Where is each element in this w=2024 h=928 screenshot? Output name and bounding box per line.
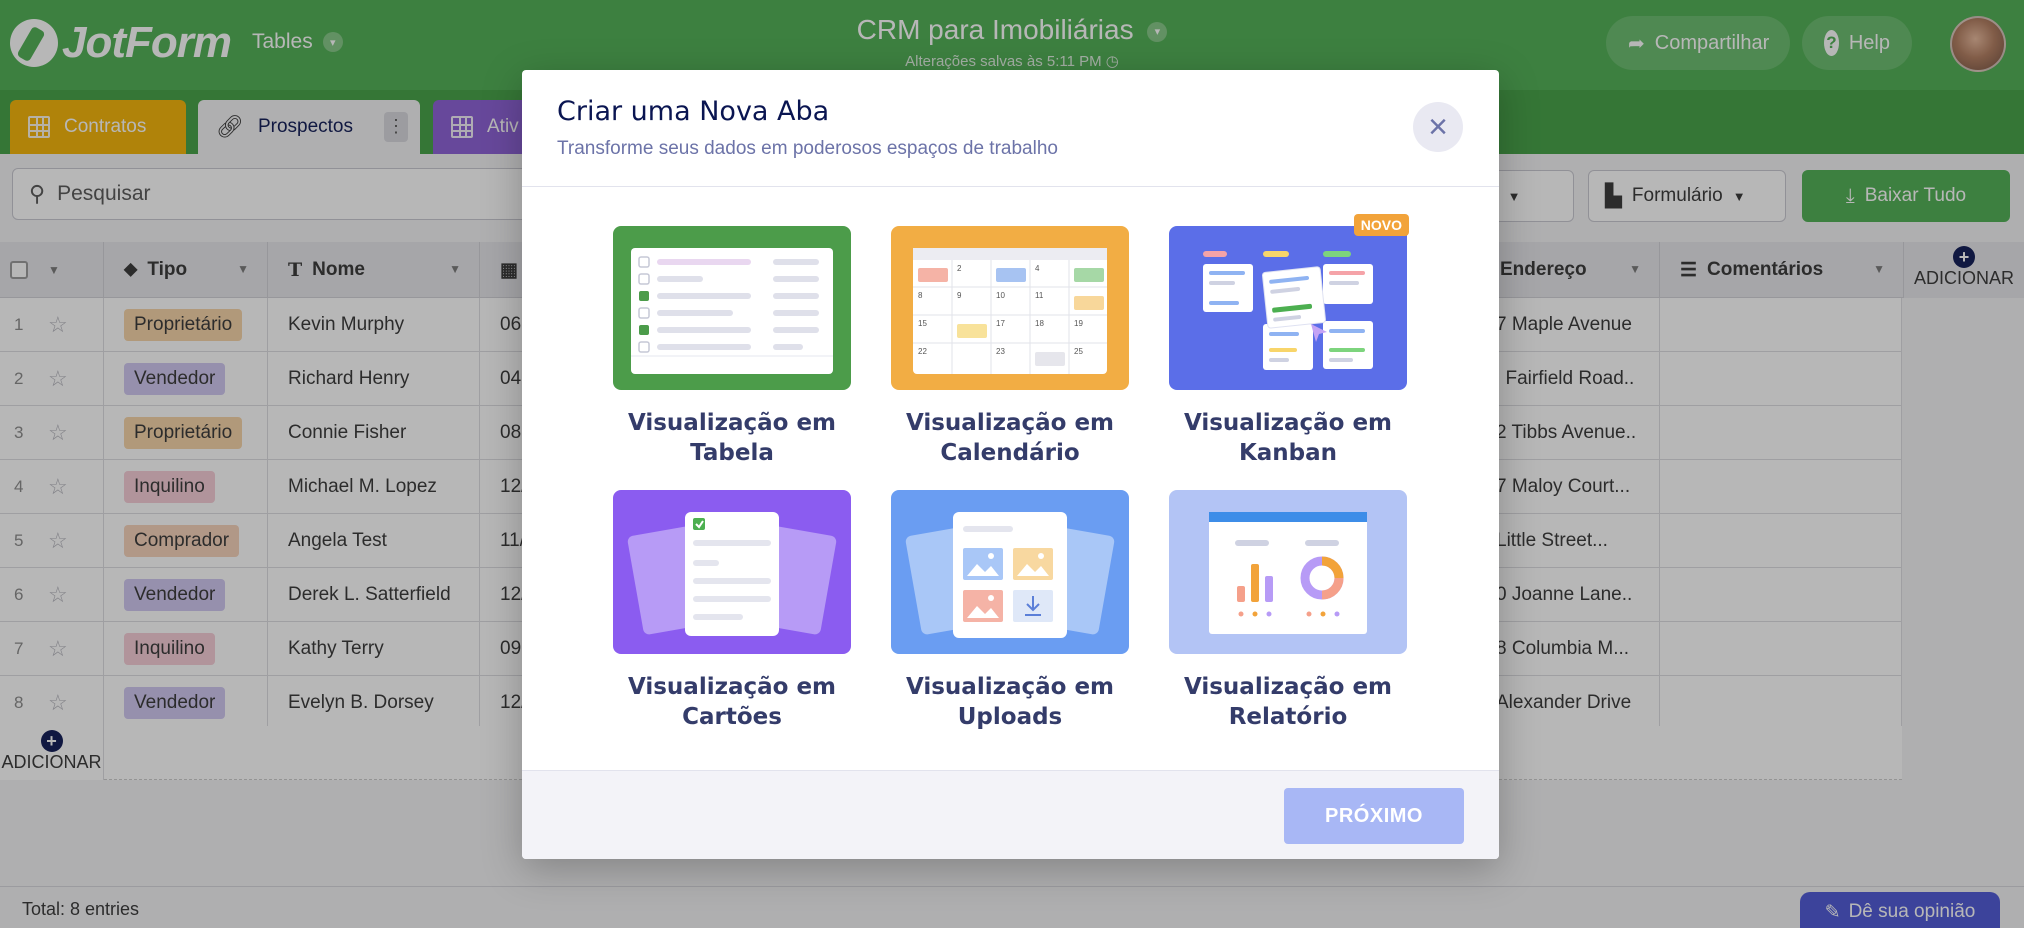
calendar-day: 22 (918, 347, 927, 356)
create-tab-modal: Criar uma Nova Aba Transforme seus dados… (522, 70, 1499, 859)
view-option-label: Visualização em Tabela (613, 408, 851, 468)
calendar-day: 18 (1035, 319, 1044, 328)
calendar-day: 9 (957, 291, 962, 300)
view-label-line1: Visualização em (1183, 674, 1393, 700)
close-button[interactable]: × (1413, 102, 1463, 152)
view-label-line2: Relatório (1228, 704, 1348, 730)
next-button[interactable]: PRÓXIMO (1284, 788, 1464, 844)
modal-title: Criar uma Nova Aba (557, 96, 830, 127)
view-label-line1: Visualização em (905, 410, 1115, 436)
calendar-day: 17 (996, 319, 1005, 328)
view-option-label: Visualização em Calendário (891, 408, 1129, 468)
calendar-day: 25 (1074, 347, 1083, 356)
view-option-uploads[interactable]: Visualização em Uploads (891, 490, 1129, 732)
view-label-line2: Uploads (957, 704, 1063, 730)
view-label-line1: Visualização em (905, 674, 1115, 700)
view-label-line1: Visualização em (627, 410, 837, 436)
view-option-label: Visualização em Cartões (613, 672, 851, 732)
calendar-day: 4 (1035, 264, 1040, 273)
calendar-day: 2 (957, 264, 962, 273)
view-option-tabela[interactable]: Visualização em Tabela (613, 226, 851, 468)
view-option-cartoes[interactable]: Visualização em Cartões (613, 490, 851, 732)
cards-view-icon (613, 490, 851, 654)
calendar-day: 19 (1074, 319, 1083, 328)
modal-footer: PRÓXIMO (522, 770, 1499, 859)
view-label-line2: Tabela (690, 440, 774, 466)
view-label-line1: Visualização em (1183, 410, 1393, 436)
view-option-calendario[interactable]: 2 4 8 9 10 11 15 17 18 19 22 23 25 Visua… (891, 226, 1129, 468)
kanban-view-icon (1169, 226, 1407, 390)
view-label-line2: Cartões (682, 704, 782, 730)
table-view-icon (613, 226, 851, 390)
calendar-day: 15 (918, 319, 927, 328)
view-option-label: Visualização em Uploads (891, 672, 1129, 732)
view-label-line2: Kanban (1238, 440, 1338, 466)
calendar-day: 8 (918, 291, 923, 300)
calendar-day: 23 (996, 347, 1005, 356)
view-option-label: Visualização em Kanban (1169, 408, 1407, 468)
modal-subtitle: Transforme seus dados em poderosos espaç… (557, 138, 1058, 159)
calendar-view-icon: 2 4 8 9 10 11 15 17 18 19 22 23 25 (891, 226, 1129, 390)
view-label-line2: Calendário (940, 440, 1080, 466)
calendar-day: 11 (1035, 291, 1044, 300)
calendar-day: 10 (996, 291, 1005, 300)
view-option-label: Visualização em Relatório (1169, 672, 1407, 732)
view-option-kanban[interactable]: NOVO Visualização em Kanban (1169, 214, 1409, 468)
view-option-relatorio[interactable]: Visualização em Relatório (1169, 490, 1407, 732)
new-badge: NOVO (1353, 214, 1409, 236)
report-view-icon (1169, 490, 1407, 654)
view-label-line1: Visualização em (627, 674, 837, 700)
close-icon: × (1428, 108, 1448, 146)
divider (522, 186, 1499, 187)
uploads-view-icon (891, 490, 1129, 654)
